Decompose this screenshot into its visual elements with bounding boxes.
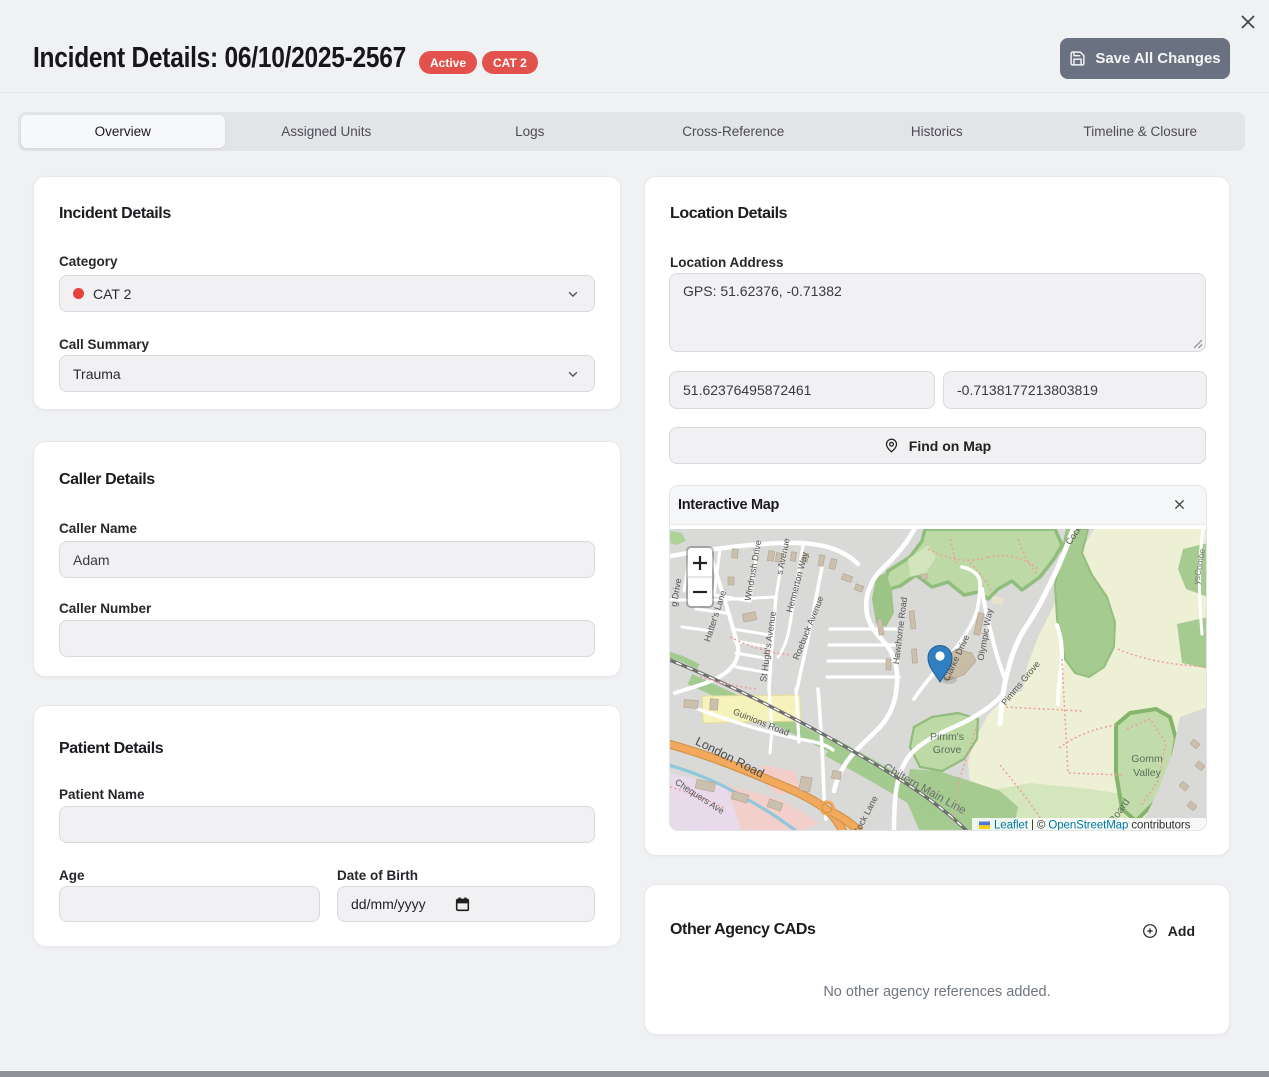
svg-text:Leaflet | © OpenStreetMap cont: Leaflet | © OpenStreetMap contributors (994, 820, 1191, 832)
svg-text:Pimm's: Pimm's (930, 731, 964, 743)
svg-text:Valley: Valley (1133, 767, 1162, 779)
svg-text:Gomm: Gomm (1131, 753, 1163, 765)
svg-text:Grove: Grove (933, 744, 962, 756)
